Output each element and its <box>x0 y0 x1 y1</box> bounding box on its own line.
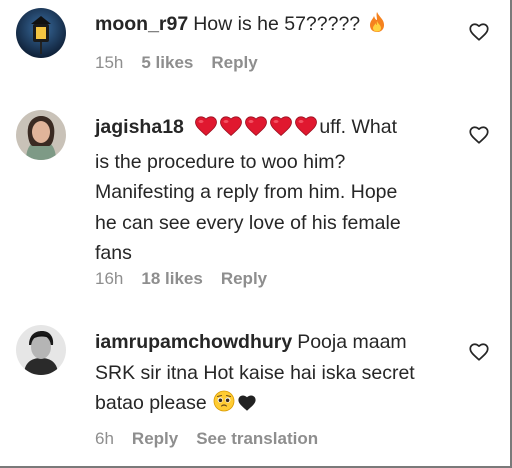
heart-outline-icon <box>469 343 489 361</box>
comment-meta: 16h 18 likes Reply <box>95 269 285 289</box>
fire-emoji <box>367 11 387 43</box>
black-heart-emoji <box>237 391 257 422</box>
likes-count[interactable]: 18 likes <box>141 269 202 288</box>
comment-timestamp[interactable]: 16h <box>95 269 123 288</box>
avatar-moon-image <box>16 8 66 58</box>
heart-outline-icon <box>469 23 489 41</box>
comment-text: moon_r97 How is he 57????? <box>95 9 466 43</box>
comment-meta: 15h 5 likes Reply <box>95 53 276 73</box>
comment-body-line: is the procedure to woo him? <box>95 150 346 173</box>
comment-username[interactable]: jagisha18 <box>95 116 184 138</box>
comment-body-line: batao please <box>95 392 207 414</box>
comment-body-line: he can see every love of his female <box>95 211 401 234</box>
comment-body-line: uff. What <box>319 116 397 138</box>
comment-body-line: Manifesting a reply from him. Hope <box>95 181 398 203</box>
avatar[interactable] <box>16 8 66 58</box>
comment-text: jagisha18 uff. What is the procedure to … <box>95 112 466 269</box>
likes-count[interactable]: 5 likes <box>141 53 193 72</box>
comment-body: How is he 57????? <box>193 13 361 35</box>
avatar[interactable] <box>16 325 66 375</box>
see-translation-link[interactable]: See translation <box>196 429 318 448</box>
red-heart-emoji <box>195 116 218 137</box>
comment-meta: 6h Reply See translation <box>95 429 336 449</box>
reply-button[interactable]: Reply <box>221 269 267 288</box>
like-button[interactable] <box>468 124 490 146</box>
comment-text: iamrupamchowdhury Pooja maam SRK sir itna… <box>95 327 466 422</box>
like-button[interactable] <box>468 341 490 363</box>
avatar-jagisha-image <box>16 110 66 160</box>
avatar-rupam-image <box>16 325 66 375</box>
comment-body-line: Pooja maam <box>297 331 407 353</box>
red-heart-emoji <box>270 116 293 137</box>
comment-body-line: SRK sir itna Hot kaise hai iska secret <box>95 361 415 384</box>
comment-timestamp[interactable]: 15h <box>95 53 123 72</box>
heart-outline-icon <box>469 126 489 144</box>
comment-timestamp[interactable]: 6h <box>95 429 114 448</box>
comment-body-line: fans <box>95 242 132 264</box>
comment-username[interactable]: iamrupamchowdhury <box>95 331 292 353</box>
avatar[interactable] <box>16 110 66 160</box>
reply-button[interactable]: Reply <box>211 53 257 72</box>
comment-username[interactable]: moon_r97 <box>95 13 188 35</box>
reply-button[interactable]: Reply <box>132 429 178 448</box>
red-hearts-emoji-group <box>194 115 319 147</box>
red-heart-emoji <box>295 116 318 137</box>
like-button[interactable] <box>468 21 490 43</box>
red-heart-emoji <box>220 116 243 137</box>
red-heart-emoji <box>245 116 268 137</box>
pleading-face-emoji <box>213 390 235 422</box>
comments-section: moon_r97 How is he 57????? 15h 5 likes Repl… <box>0 0 512 468</box>
